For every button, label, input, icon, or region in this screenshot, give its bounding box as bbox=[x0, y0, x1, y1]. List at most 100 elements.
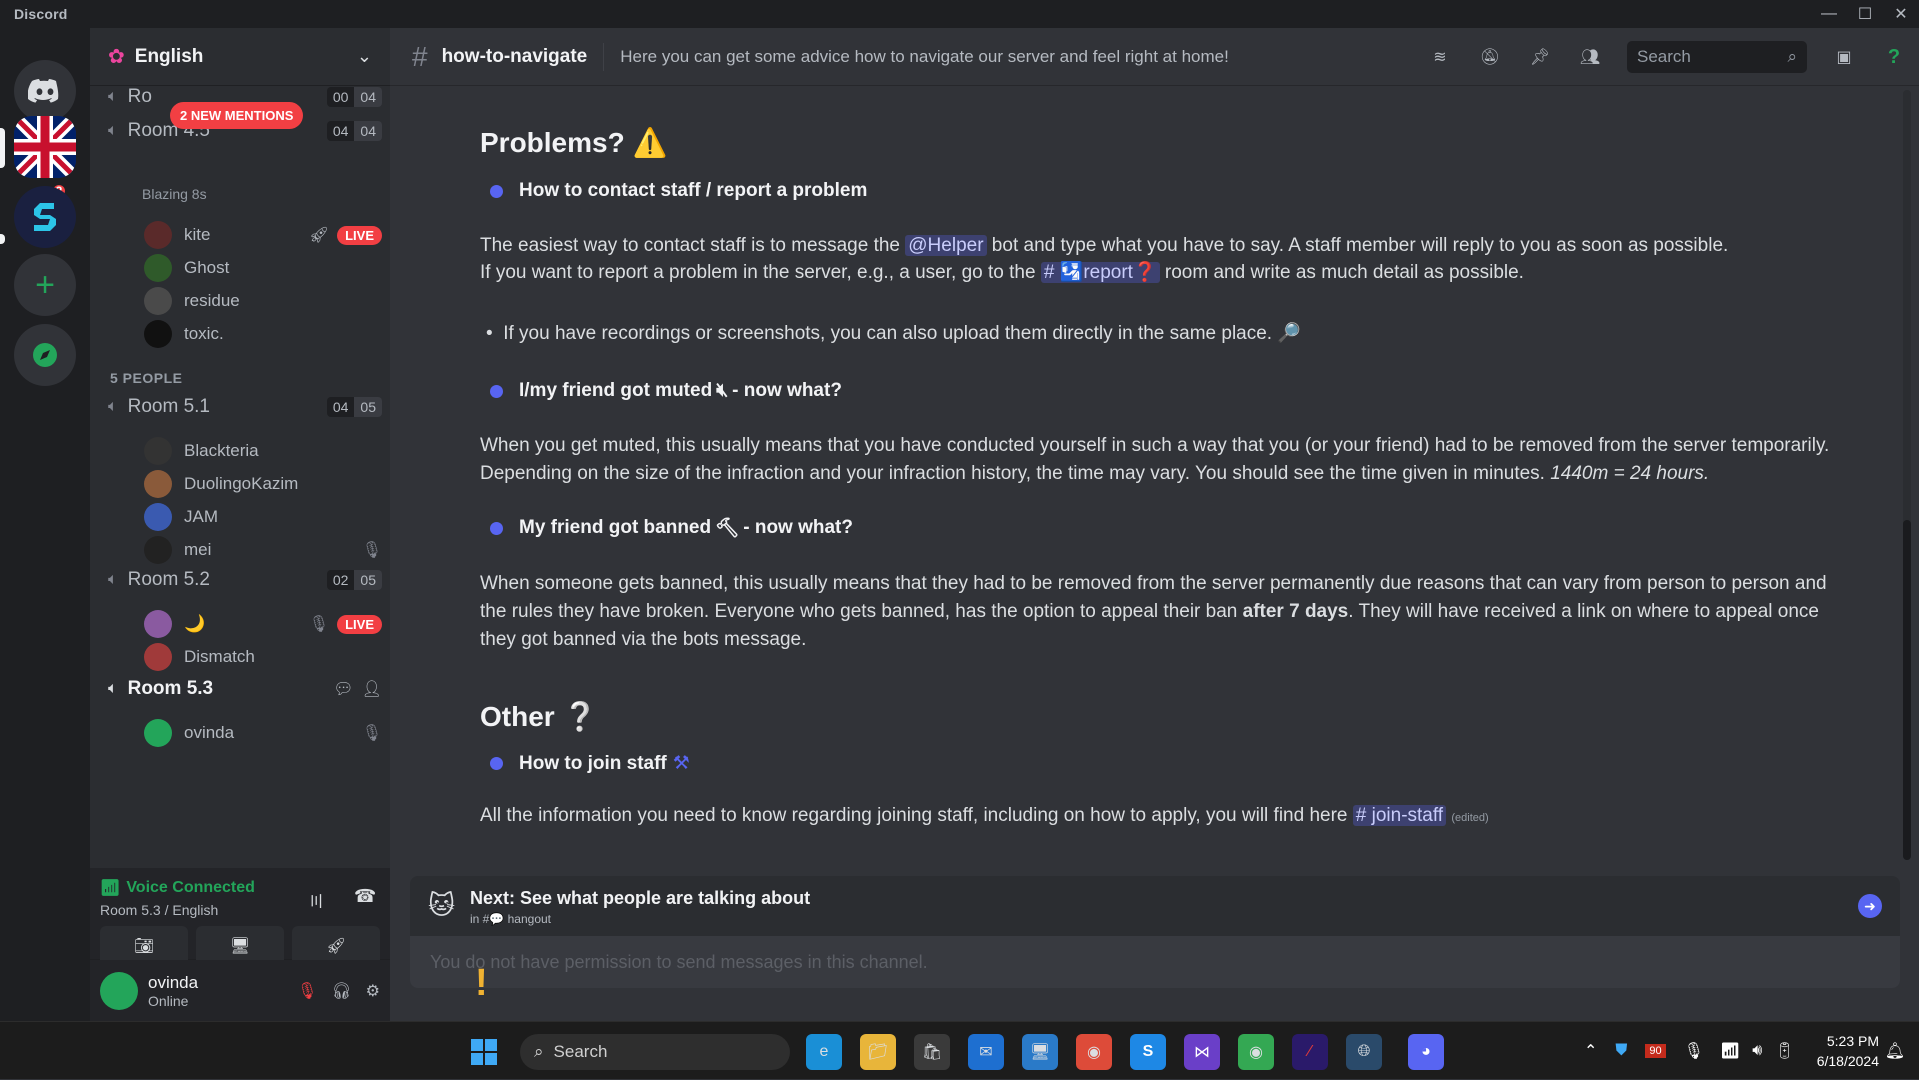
voice-member[interactable]: Ghost bbox=[144, 251, 382, 285]
channel-header: # how-to-navigate Here you can get some … bbox=[390, 28, 1919, 86]
contact-paragraph-1: The easiest way to contact staff is to m… bbox=[480, 235, 1729, 256]
add-server-button[interactable]: + bbox=[14, 254, 76, 316]
chevron-up-icon[interactable]: ⌃ bbox=[1584, 1041, 1597, 1061]
volume-icon[interactable]: 🔊︎ bbox=[1752, 1042, 1762, 1060]
minimize-icon[interactable]: — bbox=[1811, 0, 1847, 28]
system-tray: ⌃ ⛊ 90 🎙︎ 📶︎ 🔊︎ 🔋︎ 5:23 PM 6/18/2024 🔔︎ bbox=[1584, 1022, 1919, 1080]
voice-member[interactable]: Blackteria bbox=[144, 434, 382, 468]
voice-location[interactable]: Room 5.3 / English bbox=[100, 902, 218, 918]
scrollbar-thumb[interactable] bbox=[1903, 520, 1911, 860]
voice-member[interactable]: residue bbox=[144, 284, 382, 318]
voice-member[interactable]: toxic. bbox=[144, 317, 382, 351]
selected-server-pill bbox=[0, 128, 5, 168]
chrome-profile-app[interactable]: ◉ bbox=[1238, 1034, 1274, 1070]
chrome-app[interactable]: ◉ bbox=[1076, 1034, 1112, 1070]
search-input[interactable]: Search ⌕ bbox=[1627, 41, 1807, 73]
inbox-icon[interactable]: ▣ bbox=[1819, 47, 1869, 67]
room-counter: 02 05 bbox=[326, 570, 382, 590]
chevron-down-icon[interactable]: ⌄ bbox=[357, 46, 372, 67]
skype-app[interactable]: S bbox=[1130, 1034, 1166, 1070]
voice-member[interactable]: ovinda 🎙︎ bbox=[144, 716, 382, 750]
remote-desktop-app[interactable]: 🖥︎ bbox=[1022, 1034, 1058, 1070]
notification-bell-icon[interactable]: 🔔︎ bbox=[1885, 1041, 1905, 1061]
globe-icon: 🌐︎ bbox=[1357, 1043, 1371, 1060]
recordings-bullet: • If you have recordings or screenshots,… bbox=[486, 323, 1302, 344]
mic-muted-icon[interactable]: 🎙︎ bbox=[297, 981, 317, 1001]
microphone-icon[interactable]: 🎙︎ bbox=[1684, 1041, 1704, 1061]
help-icon[interactable]: ? bbox=[1869, 46, 1919, 69]
compose-placeholder: You do not have permission to send messa… bbox=[430, 952, 928, 972]
disconnect-icon[interactable]: ☎︎ bbox=[354, 886, 376, 907]
voice-status-panel: 📶︎ Voice Connected Room 5.3 / English 〣 ☎… bbox=[90, 868, 390, 966]
voice-connected-label[interactable]: Voice Connected bbox=[126, 879, 255, 897]
guild-header[interactable]: ✿ English ⌄ bbox=[90, 28, 390, 86]
maximize-icon[interactable]: ☐ bbox=[1847, 0, 1883, 28]
pin-icon[interactable]: 📌︎ bbox=[1515, 47, 1565, 67]
server-s[interactable] bbox=[14, 186, 76, 248]
new-mentions-pill[interactable]: 2 NEW MENTIONS bbox=[170, 102, 304, 129]
chat-bubble-icon[interactable]: 💬︎ bbox=[333, 679, 353, 699]
mic-muted-icon: 🎙︎ bbox=[361, 542, 382, 559]
next-subtitle: in #💬 hangout bbox=[470, 912, 551, 926]
close-icon[interactable]: ✕ bbox=[1883, 0, 1919, 28]
voice-channel-room-5-3[interactable]: 🔈︎ Room 5.3 💬︎ 👤︎ bbox=[108, 672, 382, 706]
server-english-uk[interactable] bbox=[14, 116, 76, 178]
mail-app[interactable]: ✉ bbox=[968, 1034, 1004, 1070]
notification-bell-icon[interactable]: 🔕︎ bbox=[1465, 47, 1515, 67]
wifi-icon[interactable]: 📶︎ bbox=[1720, 1041, 1740, 1061]
compass-icon bbox=[33, 343, 57, 367]
join-staff-channel-link[interactable]: # join-staff bbox=[1352, 805, 1447, 826]
app-slash[interactable]: ⁄ bbox=[1292, 1034, 1328, 1070]
start-button[interactable] bbox=[466, 1034, 502, 1070]
edge-app[interactable]: e bbox=[806, 1034, 842, 1070]
edge-icon: e bbox=[819, 1043, 829, 1060]
headphones-icon[interactable]: 🎧︎ bbox=[331, 981, 351, 1001]
live-badge: LIVE bbox=[337, 225, 382, 245]
battery-badge[interactable]: 90 bbox=[1645, 1044, 1666, 1058]
battery-icon[interactable]: 🔋︎ bbox=[1774, 1041, 1794, 1061]
report-channel-link[interactable]: # 🛂report❓ bbox=[1040, 262, 1160, 283]
app-globe[interactable]: 🌐︎ bbox=[1346, 1034, 1382, 1070]
discord-taskbar-app[interactable]: ◕ bbox=[1408, 1034, 1444, 1070]
helper-mention[interactable]: @Helper bbox=[905, 235, 987, 256]
voice-member[interactable]: JAM bbox=[144, 500, 382, 534]
direct-messages-button[interactable] bbox=[14, 60, 76, 122]
visual-studio-app[interactable]: ⋈ bbox=[1184, 1034, 1220, 1070]
avatar bbox=[144, 503, 172, 531]
channel-topic[interactable]: Here you can get some advice how to navi… bbox=[620, 47, 1229, 67]
voice-channel-room-5-2[interactable]: 🔈︎ Room 5.2 02 05 bbox=[108, 563, 382, 597]
avatar bbox=[144, 437, 172, 465]
voice-member[interactable]: kite 🚀︎ LIVE bbox=[144, 218, 382, 252]
discord-logo-icon: ◕ bbox=[1421, 1043, 1431, 1060]
speaker-icon: 🔈︎ bbox=[108, 398, 118, 415]
voice-member[interactable]: 🌙 🎙︎ LIVE bbox=[144, 607, 382, 641]
threads-icon[interactable]: ≋ bbox=[1415, 47, 1465, 67]
security-icon[interactable]: ⛊ bbox=[1615, 1042, 1627, 1060]
taskbar-clock[interactable]: 5:23 PM 6/18/2024 bbox=[1817, 1031, 1879, 1071]
taskbar-search[interactable]: ⌕ Search bbox=[520, 1034, 790, 1070]
voice-channel-room-5-1[interactable]: 🔈︎ Room 5.1 04 05 bbox=[108, 390, 382, 424]
skype-icon: S bbox=[1142, 1043, 1154, 1060]
avatar bbox=[144, 719, 172, 747]
voice-member[interactable]: DuolingoKazim bbox=[144, 467, 382, 501]
slash-app-icon: ⁄ bbox=[1308, 1043, 1312, 1060]
file-explorer-app[interactable]: 📁︎ bbox=[860, 1034, 896, 1070]
gear-icon[interactable]: ⚙ bbox=[366, 981, 380, 1001]
guild-flower-icon: ✿ bbox=[108, 46, 125, 68]
room-counter: 04 04 bbox=[326, 121, 382, 141]
problems-heading: Problems? ⚠️ bbox=[480, 127, 668, 158]
next-channel-bar[interactable]: 🐱 Next: See what people are talking abou… bbox=[410, 876, 1900, 936]
arrow-right-icon[interactable]: ➜ bbox=[1858, 894, 1882, 918]
voice-member[interactable]: mei 🎙︎ bbox=[144, 533, 382, 567]
noise-suppression-icon[interactable]: 〣 bbox=[308, 888, 324, 912]
avatar[interactable] bbox=[100, 971, 138, 1010]
invite-icon[interactable]: 👤︎ bbox=[362, 679, 382, 699]
explore-servers-button[interactable] bbox=[14, 324, 76, 386]
avatar bbox=[144, 221, 172, 249]
voice-member[interactable]: Dismatch bbox=[144, 640, 382, 674]
camera-off-icon: 📷︎ bbox=[133, 938, 155, 955]
store-app[interactable]: 🛍︎ bbox=[914, 1034, 950, 1070]
muted-paragraph-2: Depending on the size of the infraction … bbox=[480, 463, 1710, 484]
next-title: Next: See what people are talking about bbox=[470, 888, 811, 908]
member-list-icon[interactable]: 👥︎ bbox=[1565, 47, 1615, 67]
